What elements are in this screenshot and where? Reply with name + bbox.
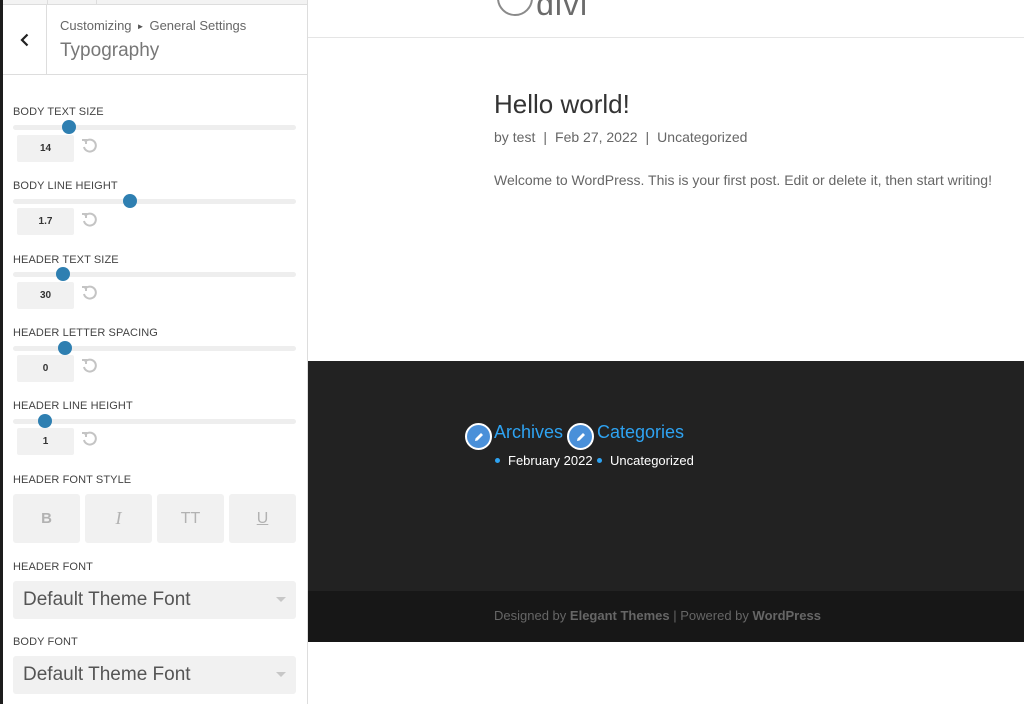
post-category-link[interactable]: Uncategorized (657, 129, 747, 145)
header-font-label: HEADER FONT (13, 561, 93, 573)
bold-button[interactable]: B (13, 494, 80, 543)
body-text-size-slider[interactable] (13, 120, 296, 134)
breadcrumb-general-settings: General Settings (149, 18, 247, 33)
categories-widget-title[interactable]: Categories (597, 422, 684, 443)
header-line-height-label: HEADER LINE HEIGHT (13, 400, 133, 412)
meta-separator: | (645, 129, 650, 145)
caret-down-icon (276, 672, 286, 677)
italic-button[interactable]: I (85, 494, 152, 543)
reset-icon[interactable] (81, 358, 97, 374)
elegant-themes-link[interactable]: Elegant Themes (570, 608, 670, 623)
breadcrumb: Customizing ► General Settings (60, 18, 246, 33)
section-title: Typography (60, 40, 160, 61)
reset-icon[interactable] (81, 285, 97, 301)
header-line-height-slider[interactable] (13, 414, 296, 428)
chevron-left-icon (19, 33, 28, 46)
back-button[interactable] (3, 5, 47, 74)
header-letter-spacing-slider[interactable] (13, 341, 296, 355)
header-font-select[interactable]: Default Theme Font (13, 581, 296, 619)
edit-categories-widget-button[interactable] (567, 423, 594, 450)
category-link-uncategorized[interactable]: Uncategorized (610, 453, 694, 468)
caret-down-icon (276, 597, 286, 602)
list-bullet (495, 458, 500, 463)
credits-separator: | (673, 608, 677, 623)
post-meta: by test | Feb 27, 2022 | Uncategorized (494, 129, 751, 145)
post-excerpt: Welcome to WordPress. This is your first… (494, 172, 992, 188)
underline-icon: U (256, 509, 269, 527)
customizer-sidebar: Customizing ► General Settings Typography … (0, 0, 308, 704)
pencil-icon (576, 432, 585, 441)
post-title[interactable]: Hello world! (494, 89, 630, 120)
header-line-height-input[interactable]: 1 (17, 428, 74, 455)
breadcrumb-arrow-icon: ► (136, 22, 145, 31)
body-line-height-handle[interactable] (123, 194, 137, 208)
meta-separator: | (543, 129, 548, 145)
body-line-height-input[interactable]: 1.7 (17, 208, 74, 235)
reset-icon[interactable] (81, 138, 97, 154)
post-author-link[interactable]: test (513, 129, 536, 145)
header-line-height-handle[interactable] (38, 414, 52, 428)
underline-button[interactable]: U (229, 494, 296, 543)
header-letter-spacing-label: HEADER LETTER SPACING (13, 327, 158, 339)
header-letter-spacing-handle[interactable] (58, 341, 72, 355)
post-date: Feb 27, 2022 (555, 129, 638, 145)
uppercase-button[interactable]: TT (157, 494, 224, 543)
footer-bottom-bar: Designed by Elegant Themes | Powered by … (308, 591, 1024, 642)
body-text-size-input[interactable]: 14 (17, 135, 74, 162)
bold-icon: B (41, 510, 52, 527)
body-font-select[interactable]: Default Theme Font (13, 656, 296, 694)
header-letter-spacing-input[interactable]: 0 (17, 355, 74, 382)
customizer-header: Customizing ► General Settings Typography (3, 5, 307, 75)
meta-prefix: by (494, 129, 509, 145)
footer-widgets: Archives February 2022 Categories Uncate… (308, 361, 1024, 591)
reset-icon[interactable] (81, 431, 97, 447)
site-logo[interactable]: Ddivi (498, 0, 588, 23)
site-header: Ddivi (308, 0, 1024, 38)
body-line-height-label: BODY LINE HEIGHT (13, 180, 118, 192)
header-text-size-label: HEADER TEXT SIZE (13, 254, 119, 266)
footer-credits: Designed by Elegant Themes | Powered by … (494, 608, 821, 623)
wordpress-link[interactable]: WordPress (753, 608, 821, 623)
list-bullet (597, 458, 602, 463)
archives-widget-title[interactable]: Archives (494, 422, 563, 443)
header-font-style-label: HEADER FONT STYLE (13, 474, 132, 486)
body-font-value: Default Theme Font (23, 664, 191, 685)
body-font-label: BODY FONT (13, 636, 78, 648)
credits-designed-by: Designed by (494, 608, 567, 623)
edit-archives-widget-button[interactable] (465, 423, 492, 450)
uppercase-icon: TT (180, 509, 201, 527)
body-text-size-label: BODY TEXT SIZE (13, 106, 104, 118)
italic-icon: I (115, 508, 122, 528)
header-font-value: Default Theme Font (23, 589, 191, 610)
pencil-icon (474, 432, 483, 441)
body-line-height-slider[interactable] (13, 194, 296, 208)
body-text-size-handle[interactable] (62, 120, 76, 134)
header-text-size-handle[interactable] (56, 267, 70, 281)
header-text-size-input[interactable]: 30 (17, 282, 74, 309)
archives-link-february-2022[interactable]: February 2022 (508, 453, 593, 468)
credits-powered-by: Powered by (680, 608, 749, 623)
site-preview: Ddivi Hello world! bytest | Feb 27, 2022 | U… (308, 0, 1024, 704)
site-logo-text: divi (536, 0, 589, 22)
reset-icon[interactable] (81, 212, 97, 228)
window-edge (0, 0, 3, 704)
header-text-size-slider[interactable] (13, 267, 296, 281)
breadcrumb-customizing: Customizing (60, 18, 132, 33)
